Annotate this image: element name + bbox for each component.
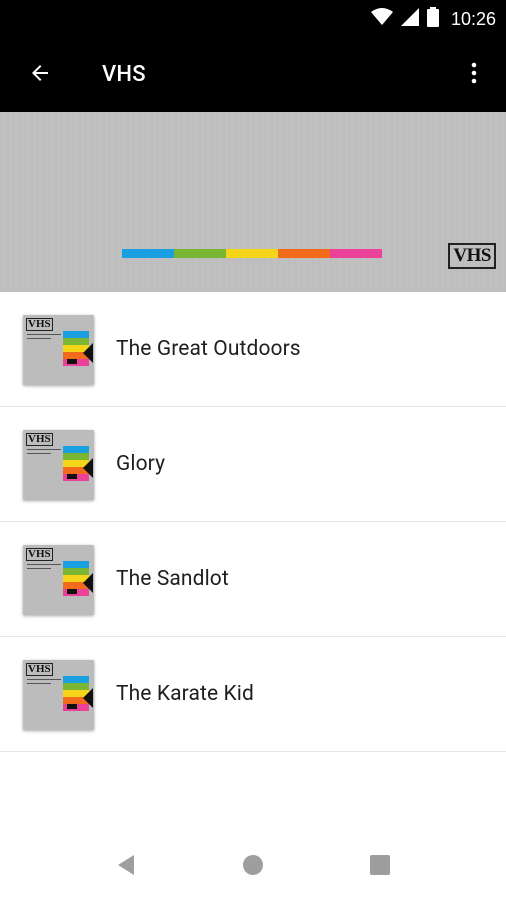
thumb-vhs-logo: VHS [26,318,53,331]
thumb-color-band [63,676,89,683]
status-icons: 10:26 [370,0,496,38]
list-item[interactable]: VHS Glory [0,407,506,522]
page-title: VHS [102,62,146,87]
nav-home-button[interactable] [230,844,276,890]
list-item[interactable]: VHS The Great Outdoors [0,292,506,407]
list-item-label: The Sandlot [116,567,229,591]
color-stripe-segment [278,249,330,258]
more-vert-icon [462,61,486,89]
vhs-thumbnail: VHS [23,545,94,615]
list-item[interactable]: VHS The Karate Kid [0,637,506,752]
vhs-thumbnail: VHS [23,315,94,385]
thumb-vhs-logo: VHS [26,433,53,446]
thumb-vhs-logo: VHS [26,548,53,561]
color-stripe [122,249,382,258]
thumb-color-band [63,331,89,338]
battery-icon [426,7,439,31]
status-bar: 10:26 [0,0,506,38]
list-item[interactable]: VHS The Sandlot [0,522,506,637]
back-button[interactable] [18,53,62,97]
vhs-thumbnail: VHS [23,660,94,730]
thumb-color-band [63,561,89,568]
nav-recents-button[interactable] [357,844,403,890]
overflow-menu-button[interactable] [452,53,496,97]
arrow-back-icon [28,61,52,89]
color-stripe-segment [174,249,226,258]
home-circle-icon [242,854,264,880]
movie-list: VHS The Great Outdoors VHS Glory VHS The… [0,292,506,752]
recents-square-icon [370,855,390,879]
color-stripe-segment [330,249,382,258]
nav-back-button[interactable] [103,844,149,890]
color-stripe-segment [226,249,278,258]
vhs-logo: VHS [448,243,496,269]
list-item-label: The Karate Kid [116,682,254,706]
system-nav-bar [0,834,506,900]
header-banner: VHS [0,112,506,292]
color-stripe-segment [122,249,174,258]
status-time: 10:26 [450,8,496,29]
list-item-label: The Great Outdoors [116,337,301,361]
back-triangle-icon [116,854,136,880]
app-bar: VHS [0,38,506,112]
vhs-thumbnail: VHS [23,430,94,500]
list-item-label: Glory [116,452,166,476]
thumb-vhs-logo: VHS [26,663,53,676]
signal-icon [400,8,419,30]
thumb-color-band [63,446,89,453]
wifi-icon [370,8,393,30]
